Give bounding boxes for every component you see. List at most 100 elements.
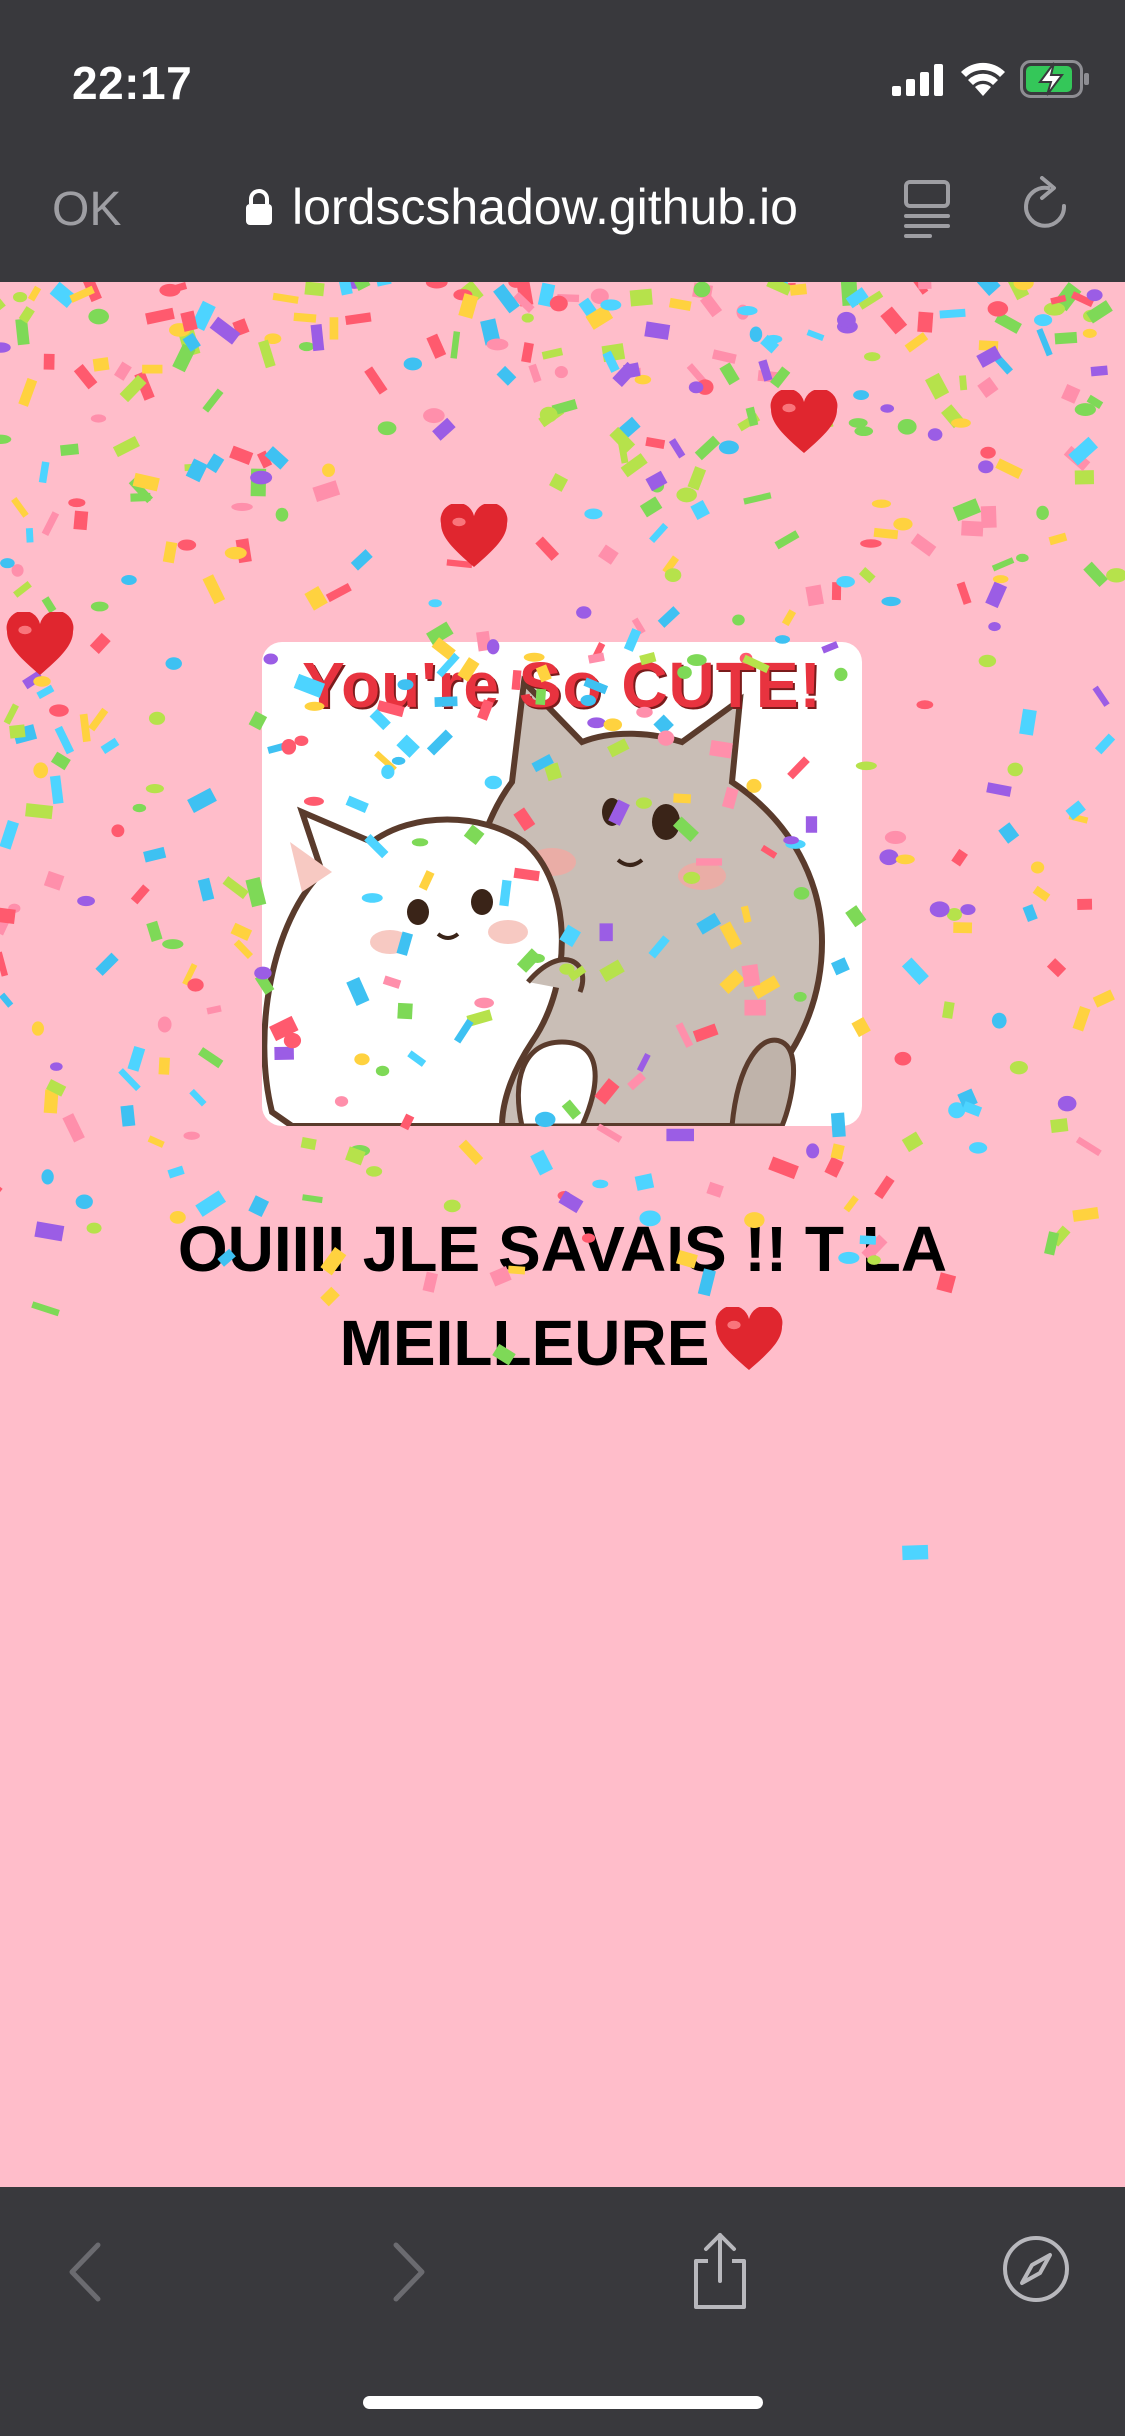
confetti-piece <box>162 939 184 950</box>
confetti-piece <box>692 1023 719 1043</box>
confetti-piece <box>871 499 892 509</box>
confetti-piece <box>834 667 848 682</box>
confetti-piece <box>645 470 668 492</box>
wifi-icon <box>961 62 1005 96</box>
confetti-piece <box>68 498 86 508</box>
confetti-piece <box>824 1156 844 1178</box>
confetti-piece <box>304 701 325 711</box>
confetti-piece <box>830 1112 846 1138</box>
confetti-piece <box>978 460 994 474</box>
confetti-piece <box>977 376 999 399</box>
confetti-piece <box>600 299 622 311</box>
chevron-right-icon[interactable] <box>384 2237 432 2307</box>
confetti-piece <box>283 1032 302 1049</box>
confetti-piece <box>821 641 839 654</box>
confetti-piece <box>11 497 29 518</box>
confetti-piece <box>561 1099 582 1120</box>
confetti-piece <box>458 1139 484 1166</box>
confetti-piece <box>92 357 110 372</box>
confetti-piece <box>805 816 818 833</box>
confetti-piece <box>936 1272 957 1294</box>
chevron-left-icon[interactable] <box>62 2237 110 2307</box>
confetti-piece <box>657 606 681 628</box>
confetti-piece <box>961 520 984 537</box>
confetti-piece <box>976 282 1001 296</box>
confetti-piece <box>535 664 552 683</box>
confetti-piece <box>274 1046 294 1060</box>
address-field[interactable]: lordscshadow.github.io <box>244 178 798 236</box>
compass-icon[interactable] <box>1000 2233 1072 2305</box>
confetti-piece <box>365 1166 383 1177</box>
confetti-piece <box>397 679 414 691</box>
confetti-piece <box>781 609 797 627</box>
confetti-piece <box>696 858 723 866</box>
confetti-piece <box>320 1286 340 1307</box>
done-button[interactable]: OK <box>52 182 121 237</box>
confetti-piece <box>859 1235 877 1245</box>
confetti-piece <box>942 1001 955 1019</box>
confetti-piece <box>910 533 937 557</box>
confetti-piece <box>843 1195 859 1213</box>
confetti-piece <box>0 293 6 311</box>
reader-mode-icon[interactable] <box>900 178 956 238</box>
confetti-piece <box>608 799 630 826</box>
confetti-piece <box>345 795 369 814</box>
confetti-piece <box>13 580 32 598</box>
confetti-piece <box>304 282 325 297</box>
confetti-piece <box>1092 685 1110 707</box>
confetti-piece <box>687 466 707 491</box>
confetti-piece <box>146 920 163 942</box>
confetti-piece <box>858 567 876 584</box>
confetti-piece <box>33 762 49 779</box>
confetti-piece <box>917 311 934 333</box>
confetti-piece <box>1083 561 1108 587</box>
confetti-piece <box>1057 1095 1077 1112</box>
confetti-piece <box>338 282 353 296</box>
confetti-piece <box>88 707 109 732</box>
confetti-piece <box>732 614 745 626</box>
confetti-piece <box>995 458 1023 480</box>
confetti-piece <box>837 311 856 328</box>
confetti-piece <box>400 1113 415 1131</box>
confetti-piece <box>599 923 613 942</box>
browser-url-bar: OK lordscshadow.github.io <box>0 160 1125 282</box>
confetti-piece <box>535 688 547 706</box>
confetti-piece <box>645 437 666 449</box>
confetti-piece <box>639 651 657 666</box>
confetti-piece <box>901 957 929 986</box>
confetti-piece <box>132 803 147 813</box>
confetti-piece <box>873 527 899 540</box>
confetti-piece <box>118 1068 141 1092</box>
confetti-piece <box>463 824 485 846</box>
confetti-piece <box>697 1268 716 1297</box>
confetti-piece <box>86 1222 102 1234</box>
confetti-piece <box>143 846 167 863</box>
share-icon[interactable] <box>686 2231 754 2311</box>
confetti-piece <box>603 718 623 732</box>
confetti-piece <box>325 583 352 603</box>
confetti-piece <box>90 601 109 612</box>
confetti-piece <box>0 1175 3 1198</box>
confetti-piece <box>636 1052 651 1073</box>
cellular-signal-icon <box>892 64 943 96</box>
confetti-piece <box>36 684 55 700</box>
confetti-piece <box>230 922 253 942</box>
confetti-piece <box>719 362 740 386</box>
confetti-piece <box>901 1131 924 1153</box>
battery-charging-icon <box>1020 60 1089 98</box>
confetti-piece <box>764 334 783 344</box>
confetti-piece <box>693 282 711 298</box>
confetti-piece <box>884 830 907 845</box>
confetti-piece <box>860 539 882 548</box>
confetti-piece <box>304 585 328 611</box>
confetti-piece <box>275 507 289 522</box>
confetti-piece <box>592 1179 609 1189</box>
reload-icon[interactable] <box>1016 176 1076 240</box>
confetti-piece <box>0 907 16 924</box>
confetti-piece <box>677 666 692 680</box>
confetti-piece <box>644 321 671 340</box>
confetti-piece <box>539 406 558 423</box>
confetti-piece <box>554 366 568 379</box>
confetti-piece <box>114 361 132 381</box>
confetti-piece <box>1046 958 1067 978</box>
